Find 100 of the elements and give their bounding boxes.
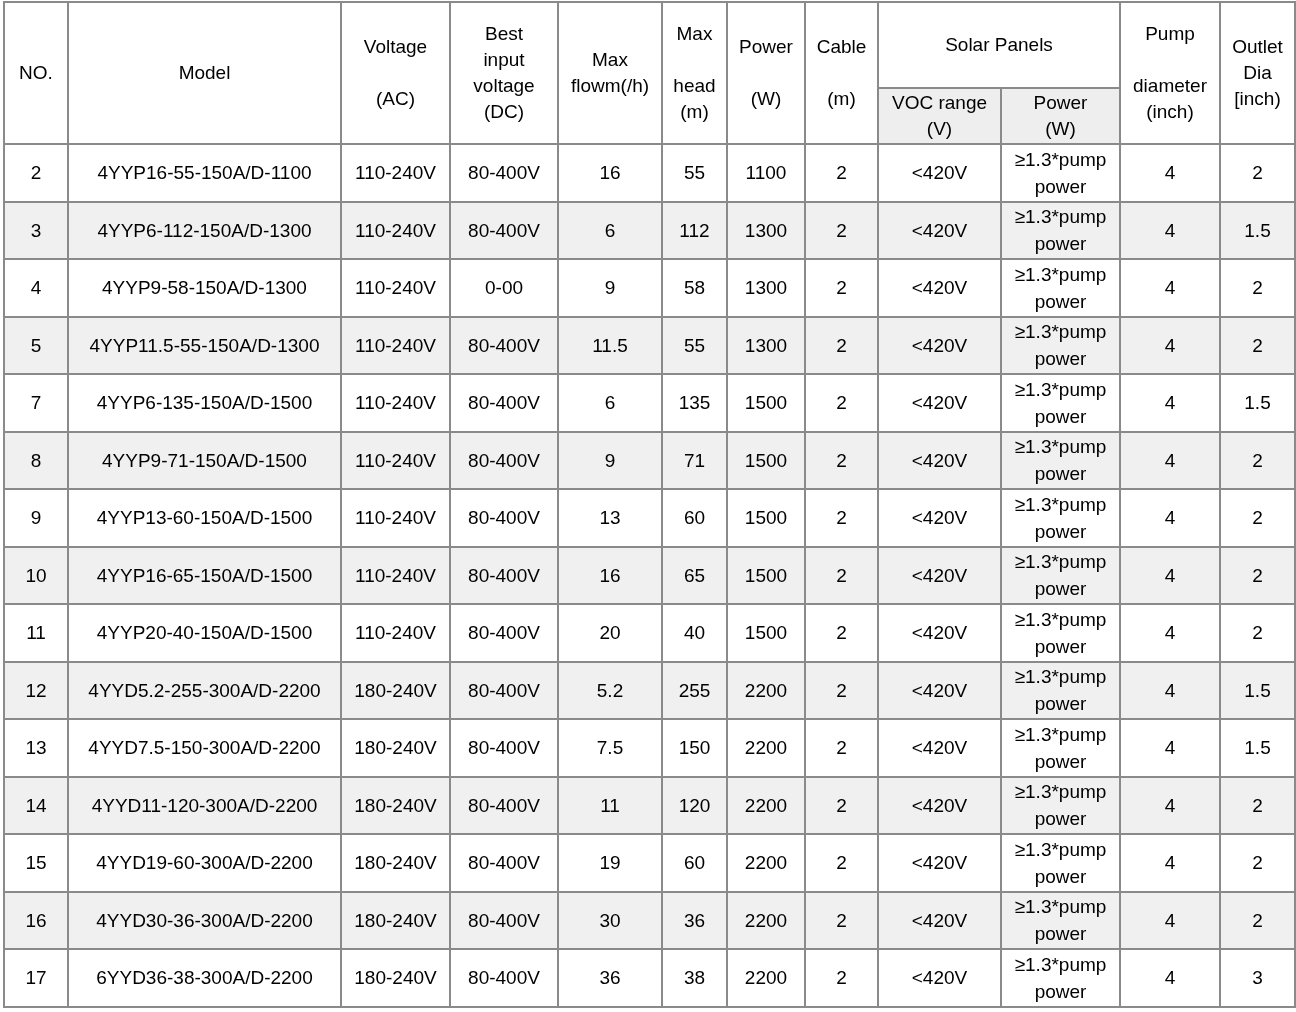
table-cell: 2 [1220,604,1295,662]
table-cell: 4YYD7.5-150-300A/D-2200 [68,719,341,777]
table-cell: 13 [4,719,68,777]
table-cell: 13 [558,489,662,547]
table-cell: ≥1.3*pump power [1001,489,1120,547]
table-cell: 2 [805,374,878,432]
table-cell: 1500 [727,489,805,547]
table-cell: 4 [1120,489,1220,547]
table-cell: ≥1.3*pump power [1001,144,1120,202]
table-cell: 4 [1120,604,1220,662]
table-cell: 1100 [727,144,805,202]
table-cell: <420V [878,489,1001,547]
table-cell: 4 [1120,834,1220,892]
table-cell: 4 [1120,144,1220,202]
header-cell: Power (W) [727,2,805,144]
table-cell: 2 [805,259,878,317]
table-cell: 2 [1220,834,1295,892]
table-cell: ≥1.3*pump power [1001,719,1120,777]
header-cell: Max flowm(/h) [558,2,662,144]
table-cell: 4YYP9-58-150A/D-1300 [68,259,341,317]
table-cell: <420V [878,949,1001,1007]
table-cell: 110-240V [341,144,450,202]
table-cell: 2 [1220,259,1295,317]
table-cell: <420V [878,144,1001,202]
header-cell: Max head (m) [662,2,727,144]
table-cell: 20 [558,604,662,662]
table-cell: 4 [4,259,68,317]
table-cell: <420V [878,604,1001,662]
table-cell: 2 [805,604,878,662]
table-cell: ≥1.3*pump power [1001,604,1120,662]
table-cell: 0-00 [450,259,558,317]
table-cell: 110-240V [341,489,450,547]
header-cell: NO. [4,2,68,144]
table-cell: 6 [558,374,662,432]
table-cell: 2 [4,144,68,202]
table-cell: 1500 [727,374,805,432]
table-cell: ≥1.3*pump power [1001,949,1120,1007]
table-cell: 80-400V [450,144,558,202]
header-cell: Power (W) [1001,88,1120,144]
header-cell: Pump diameter (inch) [1120,2,1220,144]
table-cell: 4YYP20-40-150A/D-1500 [68,604,341,662]
table-cell: 9 [4,489,68,547]
table-cell: <420V [878,374,1001,432]
table-cell: 80-400V [450,719,558,777]
table-cell: 6YYD36-38-300A/D-2200 [68,949,341,1007]
table-cell: 4YYP6-135-150A/D-1500 [68,374,341,432]
table-cell: 58 [662,259,727,317]
table-cell: 80-400V [450,374,558,432]
table-cell: 7.5 [558,719,662,777]
table-cell: 1.5 [1220,719,1295,777]
table-cell: 2 [805,144,878,202]
table-cell: 1.5 [1220,374,1295,432]
table-cell: 11 [4,604,68,662]
table-cell: 36 [558,949,662,1007]
table-cell: 7 [4,374,68,432]
table-cell: <420V [878,834,1001,892]
table-cell: 38 [662,949,727,1007]
table-cell: 15 [4,834,68,892]
header-cell: VOC range (V) [878,88,1001,144]
table-cell: ≥1.3*pump power [1001,259,1120,317]
table-cell: 60 [662,489,727,547]
table-cell: ≥1.3*pump power [1001,374,1120,432]
table-cell: <420V [878,259,1001,317]
table-cell: 2 [1220,144,1295,202]
table-cell: 1300 [727,259,805,317]
table-cell: 4 [1120,374,1220,432]
table-cell: 2 [805,949,878,1007]
table-cell: 4 [1120,949,1220,1007]
header-cell: Model [68,2,341,144]
table-cell: 4YYP13-60-150A/D-1500 [68,489,341,547]
header-cell: Best input voltage (DC) [450,2,558,144]
table-cell: 3 [1220,949,1295,1007]
table-cell: 19 [558,834,662,892]
table-cell: 110-240V [341,604,450,662]
table-cell: 2 [805,719,878,777]
header-cell: Cable (m) [805,2,878,144]
table-cell: 17 [4,949,68,1007]
header-cell: Solar Panels [878,2,1120,88]
table-cell: 80-400V [450,834,558,892]
table-cell: 110-240V [341,259,450,317]
table-cell: 2200 [727,834,805,892]
table-cell: 80-400V [450,489,558,547]
table-cell: 150 [662,719,727,777]
table-cell: 80-400V [450,949,558,1007]
table-cell: 135 [662,374,727,432]
header-cell: Voltage (AC) [341,2,450,144]
table-cell: 2200 [727,949,805,1007]
table-cell: 110-240V [341,374,450,432]
table-cell: 2200 [727,719,805,777]
table-cell: 40 [662,604,727,662]
table-cell: 180-240V [341,834,450,892]
table-cell: 4YYD19-60-300A/D-2200 [68,834,341,892]
table-cell: 9 [558,259,662,317]
table-cell: 60 [662,834,727,892]
table-cell: 2 [1220,489,1295,547]
table-cell: 2 [805,489,878,547]
table-cell: 1500 [727,604,805,662]
table-cell: 180-240V [341,719,450,777]
table-cell: 4 [1120,719,1220,777]
table-cell: 2 [805,834,878,892]
